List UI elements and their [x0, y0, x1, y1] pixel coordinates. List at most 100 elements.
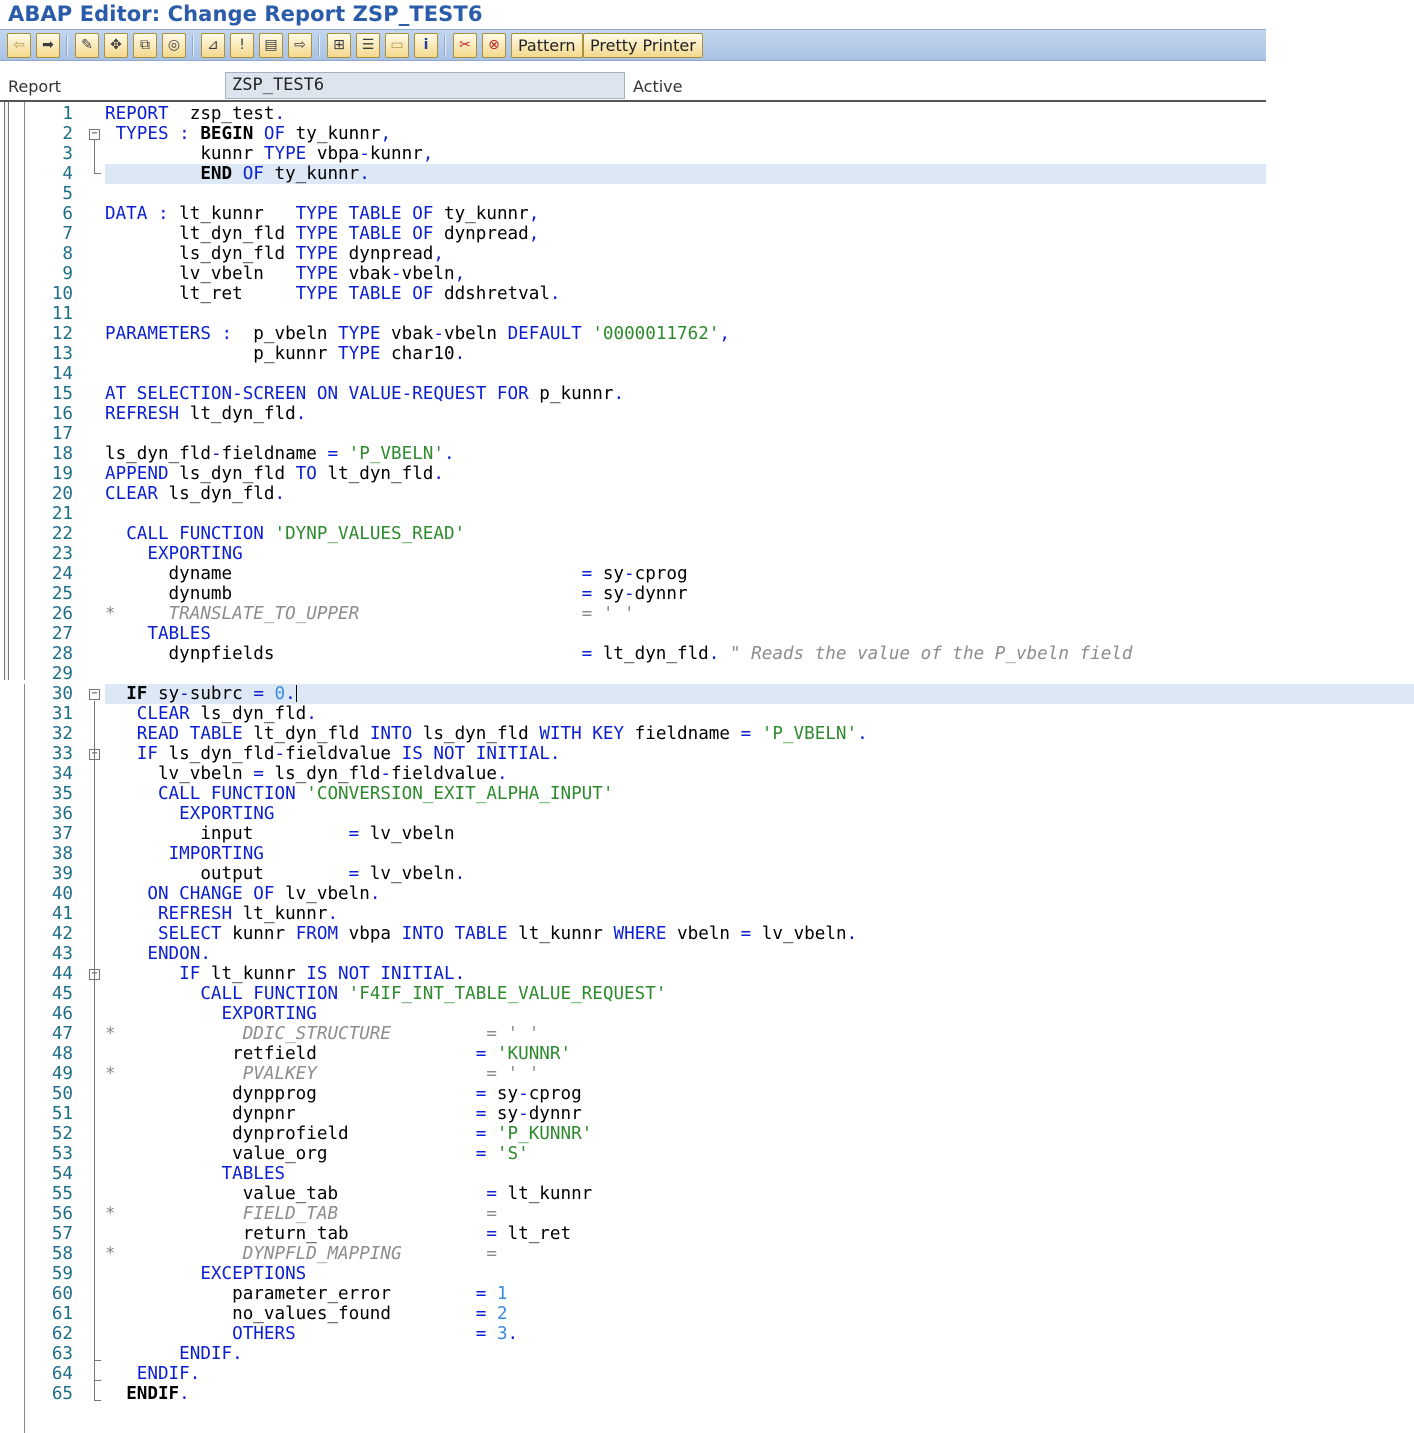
code-text[interactable]: * PVALKEY = ' ': [105, 1064, 539, 1084]
code-line[interactable]: 40 ON CHANGE OF lv_vbeln.: [0, 884, 1414, 904]
code-text[interactable]: EXCEPTIONS: [105, 1264, 306, 1284]
info-icon[interactable]: i: [414, 33, 438, 58]
code-text[interactable]: ENDIF.: [105, 1364, 201, 1384]
code-text[interactable]: AT SELECTION-SCREEN ON VALUE-REQUEST FOR…: [105, 384, 624, 404]
code-text[interactable]: ENDIF.: [105, 1384, 190, 1404]
code-line[interactable]: 43 ENDON.: [0, 944, 1414, 964]
code-text[interactable]: OTHERS = 3.: [105, 1324, 518, 1344]
code-line[interactable]: 59 EXCEPTIONS: [0, 1264, 1414, 1284]
pattern-button[interactable]: Pattern: [511, 33, 583, 58]
hierarchy-icon[interactable]: ☰: [356, 33, 380, 58]
code-text[interactable]: PARAMETERS : p_vbeln TYPE vbak-vbeln DEF…: [105, 324, 730, 344]
code-line[interactable]: 49 * PVALKEY = ' ': [0, 1064, 1414, 1084]
code-line[interactable]: 48 retfield = 'KUNNR': [0, 1044, 1414, 1064]
code-text[interactable]: ls_dyn_fld TYPE dynpread,: [105, 244, 444, 264]
code-line[interactable]: 63 ENDIF.: [0, 1344, 1414, 1364]
code-text[interactable]: REFRESH lt_kunnr.: [105, 904, 338, 924]
code-line[interactable]: 2− TYPES : BEGIN OF ty_kunnr,: [0, 124, 1266, 144]
forward-icon[interactable]: ➡: [36, 33, 60, 58]
code-text[interactable]: EXPORTING: [105, 1004, 317, 1024]
back-icon[interactable]: ⇦: [7, 33, 31, 58]
check-icon[interactable]: ✎: [75, 33, 99, 58]
code-text[interactable]: IF ls_dyn_fld-fieldvalue IS NOT INITIAL.: [105, 744, 561, 764]
code-text[interactable]: return_tab = lt_ret: [105, 1224, 571, 1244]
code-text[interactable]: TABLES: [105, 624, 211, 644]
test-icon[interactable]: ◎: [162, 33, 186, 58]
code-line[interactable]: 38 IMPORTING: [0, 844, 1414, 864]
code-text[interactable]: TYPES : BEGIN OF ty_kunnr,: [105, 124, 391, 144]
code-text[interactable]: CALL FUNCTION 'DYNP_VALUES_READ': [105, 524, 465, 544]
code-line[interactable]: 34 lv_vbeln = ls_dyn_fld-fieldvalue.: [0, 764, 1414, 784]
code-line[interactable]: 44− IF lt_kunnr IS NOT INITIAL.: [0, 964, 1414, 984]
code-line[interactable]: 1 REPORT zsp_test.: [0, 104, 1266, 124]
blank-icon[interactable]: ▭: [385, 33, 409, 58]
code-line[interactable]: 20 CLEAR ls_dyn_fld.: [0, 484, 1266, 504]
code-text[interactable]: CALL FUNCTION 'CONVERSION_EXIT_ALPHA_INP…: [105, 784, 613, 804]
code-line[interactable]: 54 TABLES: [0, 1164, 1414, 1184]
code-line[interactable]: 26 * TRANSLATE_TO_UPPER = ' ': [0, 604, 1266, 624]
code-text[interactable]: lv_vbeln = ls_dyn_fld-fieldvalue.: [105, 764, 508, 784]
code-text[interactable]: TABLES: [105, 1164, 286, 1184]
code-text[interactable]: dynpfields = lt_dyn_fld. " Reads the val…: [105, 644, 1133, 664]
code-line[interactable]: 11: [0, 304, 1266, 324]
code-line[interactable]: 47 * DDIC_STRUCTURE = ' ': [0, 1024, 1414, 1044]
code-line[interactable]: 50 dynpprog = sy-cprog: [0, 1084, 1414, 1104]
code-line[interactable]: 39 output = lv_vbeln.: [0, 864, 1414, 884]
code-line[interactable]: 12 PARAMETERS : p_vbeln TYPE vbak-vbeln D…: [0, 324, 1266, 344]
code-editor-top[interactable]: 1 REPORT zsp_test. 2− TYPES : BEGIN OF ty_…: [0, 102, 1266, 680]
code-text[interactable]: ENDON.: [105, 944, 211, 964]
code-text[interactable]: lt_dyn_fld TYPE TABLE OF dynpread,: [105, 224, 539, 244]
code-line[interactable]: 23 EXPORTING: [0, 544, 1266, 564]
code-line[interactable]: 13 p_kunnr TYPE char10.: [0, 344, 1266, 364]
code-line[interactable]: 45 CALL FUNCTION 'F4IF_INT_TABLE_VALUE_R…: [0, 984, 1414, 1004]
activate-icon[interactable]: ⧉: [133, 33, 157, 58]
code-line[interactable]: 55 value_tab = lt_kunnr: [0, 1184, 1414, 1204]
code-line[interactable]: 17: [0, 424, 1266, 444]
code-text[interactable]: REFRESH lt_dyn_fld.: [105, 404, 306, 424]
code-text[interactable]: dynumb = sy-dynnr: [105, 584, 688, 604]
code-text[interactable]: SELECT kunnr FROM vbpa INTO TABLE lt_kun…: [105, 924, 857, 944]
code-line[interactable]: 10 lt_ret TYPE TABLE OF ddshretval.: [0, 284, 1266, 304]
code-line[interactable]: 6 DATA : lt_kunnr TYPE TABLE OF ty_kunnr,: [0, 204, 1266, 224]
code-line[interactable]: 18 ls_dyn_fld-fieldname = 'P_VBELN'.: [0, 444, 1266, 464]
code-line[interactable]: 30 − IF sy-subrc = 0.: [0, 684, 1414, 704]
code-line[interactable]: 46 EXPORTING: [0, 1004, 1414, 1024]
fold-toggle-icon[interactable]: −: [89, 689, 100, 700]
where-used-icon[interactable]: ⊿: [201, 33, 225, 58]
code-line[interactable]: 53 value_org = 'S': [0, 1144, 1414, 1164]
code-line[interactable]: 21: [0, 504, 1266, 524]
code-text[interactable]: IF lt_kunnr IS NOT INITIAL.: [105, 964, 465, 984]
code-text[interactable]: ENDIF.: [105, 1344, 243, 1364]
code-text[interactable]: REPORT zsp_test.: [105, 104, 285, 124]
code-text[interactable]: dynpnr = sy-dynnr: [105, 1104, 582, 1124]
code-line[interactable]: 9 lv_vbeln TYPE vbak-vbeln,: [0, 264, 1266, 284]
cut-icon[interactable]: ✂: [453, 33, 477, 58]
code-text[interactable]: IMPORTING: [105, 844, 264, 864]
set-breakpoint-icon[interactable]: !: [230, 33, 254, 58]
code-line[interactable]: 16 REFRESH lt_dyn_fld.: [0, 404, 1266, 424]
code-line[interactable]: 42 SELECT kunnr FROM vbpa INTO TABLE lt_…: [0, 924, 1414, 944]
code-text[interactable]: value_org = 'S': [105, 1144, 529, 1164]
code-line[interactable]: 33− IF ls_dyn_fld-fieldvalue IS NOT INIT…: [0, 744, 1414, 764]
code-text[interactable]: p_kunnr TYPE char10.: [105, 344, 465, 364]
code-text[interactable]: * TRANSLATE_TO_UPPER = ' ': [105, 604, 635, 624]
code-text[interactable]: output = lv_vbeln.: [105, 864, 465, 884]
code-line[interactable]: 32 READ TABLE lt_dyn_fld INTO ls_dyn_fld…: [0, 724, 1414, 744]
code-editor-bottom[interactable]: 30− IF sy-subrc = 0. 31 CLEAR ls_dyn_fld.…: [0, 684, 1414, 1433]
code-text[interactable]: * DDIC_STRUCTURE = ' ': [105, 1024, 539, 1044]
copy-icon[interactable]: ⊗: [482, 33, 506, 58]
code-text[interactable]: EXPORTING: [105, 804, 274, 824]
code-line[interactable]: 7 lt_dyn_fld TYPE TABLE OF dynpread,: [0, 224, 1266, 244]
code-text[interactable]: kunnr TYPE vbpa-kunnr,: [105, 144, 433, 164]
other-object-icon[interactable]: ⇨: [288, 33, 312, 58]
code-line[interactable]: 51 dynpnr = sy-dynnr: [0, 1104, 1414, 1124]
code-text[interactable]: ls_dyn_fld-fieldname = 'P_VBELN'.: [105, 444, 455, 464]
display-change-icon[interactable]: ✥: [104, 33, 128, 58]
code-line[interactable]: 5: [0, 184, 1266, 204]
code-text[interactable]: EXPORTING: [105, 544, 242, 564]
code-line[interactable]: 3 kunnr TYPE vbpa-kunnr,: [0, 144, 1266, 164]
code-text[interactable]: dynpprog = sy-cprog: [105, 1084, 582, 1104]
code-line[interactable]: 60 parameter_error = 1: [0, 1284, 1414, 1304]
code-line[interactable]: 27 TABLES: [0, 624, 1266, 644]
code-line[interactable]: 57 return_tab = lt_ret: [0, 1224, 1414, 1244]
